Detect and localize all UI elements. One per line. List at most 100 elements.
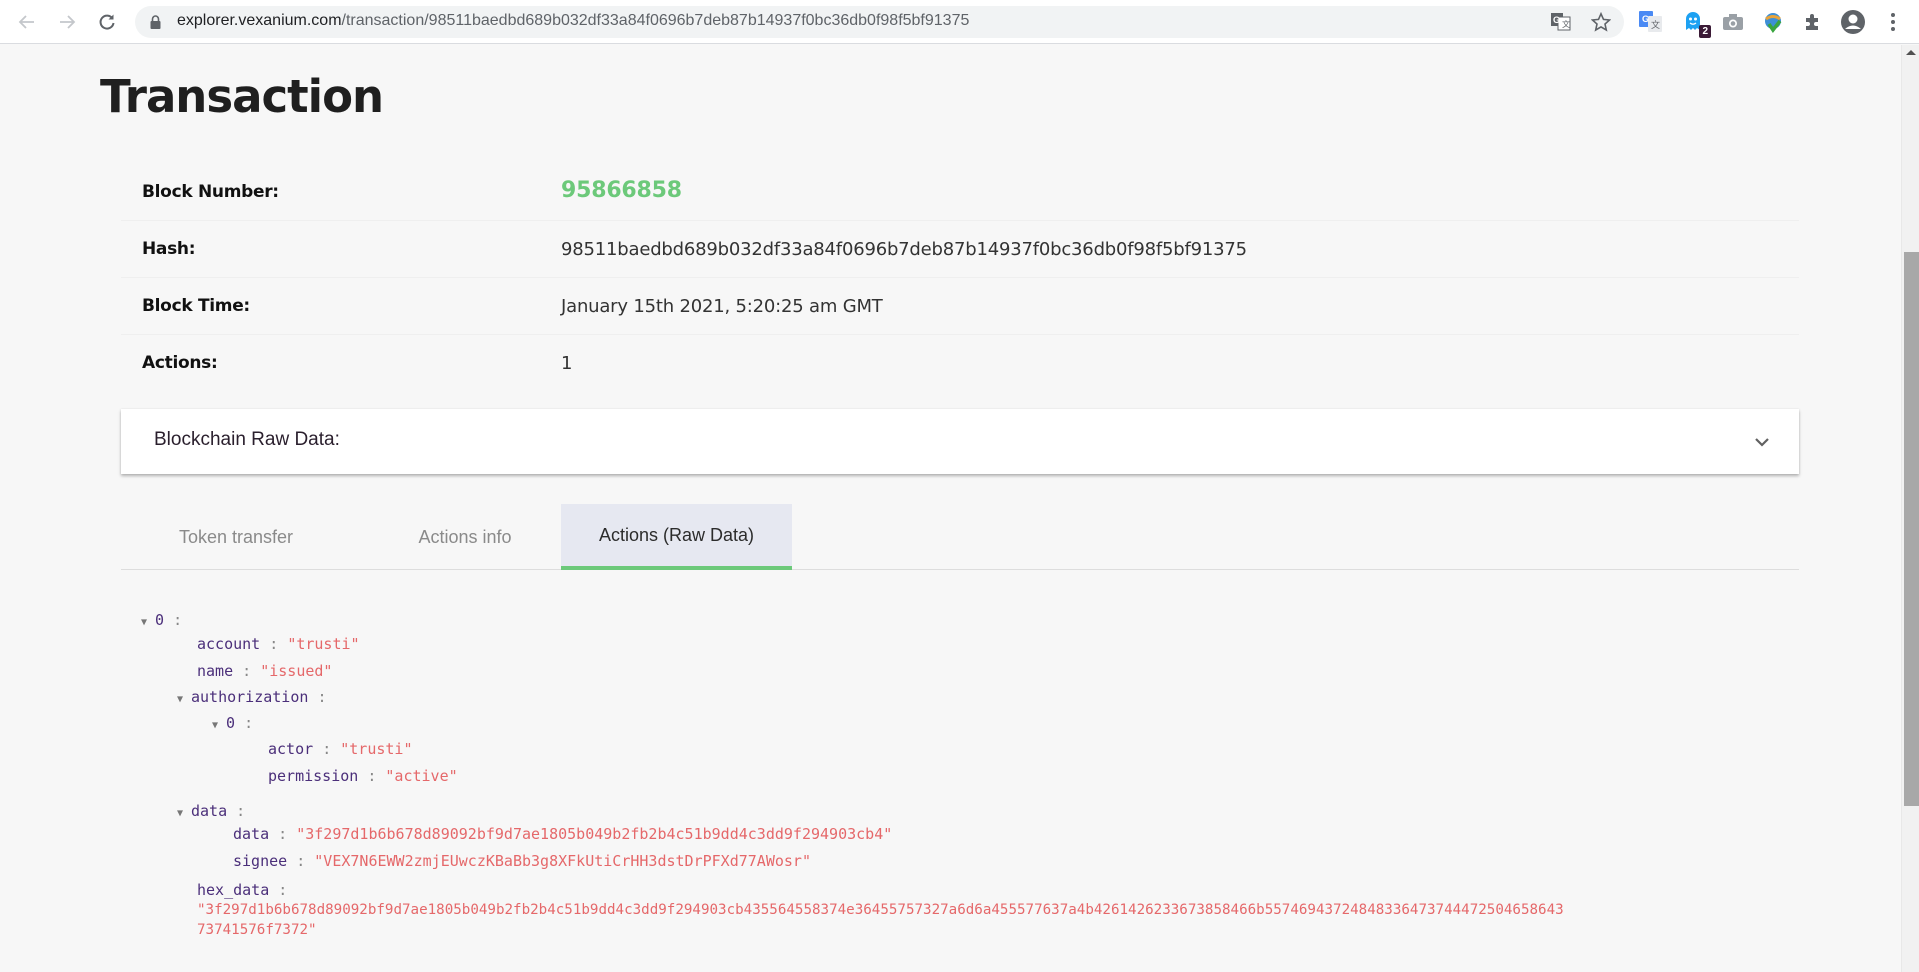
extension-google-translate[interactable]: G文 [1638, 9, 1664, 35]
page-scrollbar[interactable] [1901, 45, 1919, 972]
json-key: data [191, 802, 228, 820]
json-string-value: 73741576f7372" [197, 922, 317, 938]
profile-button[interactable] [1840, 9, 1866, 35]
star-icon [1591, 12, 1611, 32]
hex-data-value-line-1: "3f297d1b6b678d89092bf9d7ae1805b049b2fb2… [197, 900, 1564, 920]
json-key: 0 [226, 714, 236, 732]
json-colon: : [173, 611, 183, 629]
tree-field-permission: permission : "active" [268, 766, 458, 786]
json-colon: : [367, 767, 377, 785]
tree-field-signee: signee : "VEX7N6EWW2zmjEUwczKBaBb3g8XFkU… [233, 851, 811, 871]
svg-text:文: 文 [1651, 19, 1660, 30]
idm-globe-icon [1765, 13, 1782, 33]
bookmark-star-button[interactable] [1590, 11, 1612, 33]
camera-icon [1723, 14, 1743, 30]
reload-icon [99, 14, 115, 30]
chevron-down-icon[interactable] [1753, 433, 1771, 451]
extension-ghostery[interactable]: 2 [1680, 9, 1711, 38]
tree-node-action-0: ▼ 0 : [141, 610, 182, 633]
json-key: signee [233, 852, 288, 870]
json-key: data [233, 825, 270, 843]
block-time-label: Block Time: [142, 296, 250, 316]
hash-value: 98511baedbd689b032df33a84f0696b7deb87b14… [561, 239, 1247, 260]
json-colon: : [236, 802, 246, 820]
extensions-menu-button[interactable] [1800, 9, 1826, 35]
url-text[interactable]: explorer.vexanium.com/transaction/98511b… [177, 12, 969, 30]
translate-icon: G文 [1551, 13, 1571, 31]
json-colon: : [244, 714, 254, 732]
extension-screenshot[interactable] [1720, 9, 1746, 35]
block-number-link[interactable]: 95866858 [561, 178, 682, 203]
actions-count: 1 [561, 353, 573, 374]
block-time-value: January 15th 2021, 5:20:25 am GMT [561, 296, 883, 317]
json-string-value: "active" [385, 767, 458, 785]
browser-toolbar: explorer.vexanium.com/transaction/98511b… [0, 0, 1919, 44]
json-key: name [197, 662, 234, 680]
tree-node-authorization: ▼ authorization : [177, 687, 326, 710]
google-translate-icon: G文 [1639, 11, 1662, 32]
json-string-value: "issued" [260, 662, 333, 680]
json-colon: : [242, 662, 252, 680]
address-bar[interactable]: explorer.vexanium.com/transaction/98511b… [135, 6, 1624, 38]
forward-button[interactable] [53, 8, 81, 36]
tree-field-data-data: data : "3f297d1b6b678d89092bf9d7ae1805b0… [233, 824, 892, 844]
json-string-value: "VEX7N6EWW2zmjEUwczKBaBb3g8XFkUtiCrHH3ds… [314, 852, 811, 870]
json-colon: : [317, 688, 327, 706]
browser-menu-button[interactable] [1880, 9, 1906, 35]
back-button[interactable] [13, 8, 41, 36]
arrow-left-icon [18, 15, 34, 29]
actions-tabs: Token transfer Actions info Actions (Raw… [121, 504, 1799, 570]
reload-button[interactable] [93, 8, 121, 36]
json-colon: : [322, 740, 332, 758]
lock-icon [150, 15, 161, 29]
account-circle-icon [1841, 10, 1865, 34]
ghostery-badge: 2 [1699, 25, 1711, 38]
detail-row-hash: Hash: 98511baedbd689b032df33a84f0696b7de… [121, 221, 1799, 278]
json-string-value: "3f297d1b6b678d89092bf9d7ae1805b049b2fb2… [197, 902, 1564, 918]
collapse-caret-icon[interactable]: ▼ [177, 690, 191, 710]
hex-data-value-line-2: 73741576f7372" [197, 920, 317, 940]
json-colon: : [278, 825, 288, 843]
json-string-value: "trusti" [287, 635, 360, 653]
json-key: account [197, 635, 261, 653]
svg-text:G: G [1553, 15, 1560, 25]
json-key: 0 [155, 611, 165, 629]
blockchain-raw-data-panel[interactable]: Blockchain Raw Data: [121, 409, 1799, 474]
json-colon: : [278, 881, 288, 899]
url-path: /transaction/98511baedbd689b032df33a84f0… [341, 12, 970, 29]
json-key: permission [268, 767, 359, 785]
json-colon: : [269, 635, 279, 653]
json-string-value: "3f297d1b6b678d89092bf9d7ae1805b049b2fb2… [296, 825, 893, 843]
arrow-right-icon [60, 15, 76, 29]
puzzle-icon [1806, 14, 1818, 30]
tree-field-actor: actor : "trusti" [268, 739, 413, 759]
json-string-value: "trusti" [340, 740, 413, 758]
collapse-caret-icon[interactable]: ▼ [177, 804, 191, 824]
tab-token-transfer[interactable]: Token transfer [133, 504, 339, 570]
detail-row-block-number: Block Number: 95866858 [121, 164, 1799, 221]
detail-row-actions: Actions: 1 [121, 335, 1799, 392]
json-key: authorization [191, 688, 309, 706]
translate-page-button[interactable]: G文 [1550, 11, 1572, 33]
hash-label: Hash: [142, 239, 196, 259]
json-key: hex_data [197, 881, 270, 899]
url-host: explorer.vexanium.com [177, 12, 342, 29]
collapse-caret-icon[interactable]: ▼ [212, 716, 226, 736]
svg-text:G: G [1642, 14, 1649, 24]
tree-node-authorization-0: ▼ 0 : [212, 713, 253, 736]
detail-row-block-time: Block Time: January 15th 2021, 5:20:25 a… [121, 278, 1799, 335]
page-content: Transaction Block Number: 95866858 Hash:… [0, 45, 1900, 972]
collapse-caret-icon[interactable]: ▼ [141, 613, 155, 633]
json-key: actor [268, 740, 314, 758]
scrollbar-thumb[interactable] [1904, 252, 1919, 806]
tree-field-hex-data: hex_data : [197, 880, 287, 900]
page-title: Transaction [100, 70, 384, 123]
tab-actions-raw-data[interactable]: Actions (Raw Data) [561, 504, 792, 570]
extension-idm[interactable] [1760, 9, 1786, 35]
svg-text:文: 文 [1562, 19, 1570, 29]
scroll-up-arrow-icon[interactable] [1906, 50, 1916, 55]
tab-actions-info[interactable]: Actions info [361, 504, 569, 570]
tree-field-name: name : "issued" [197, 661, 332, 681]
json-colon: : [296, 852, 306, 870]
tree-field-account: account : "trusti" [197, 634, 360, 654]
